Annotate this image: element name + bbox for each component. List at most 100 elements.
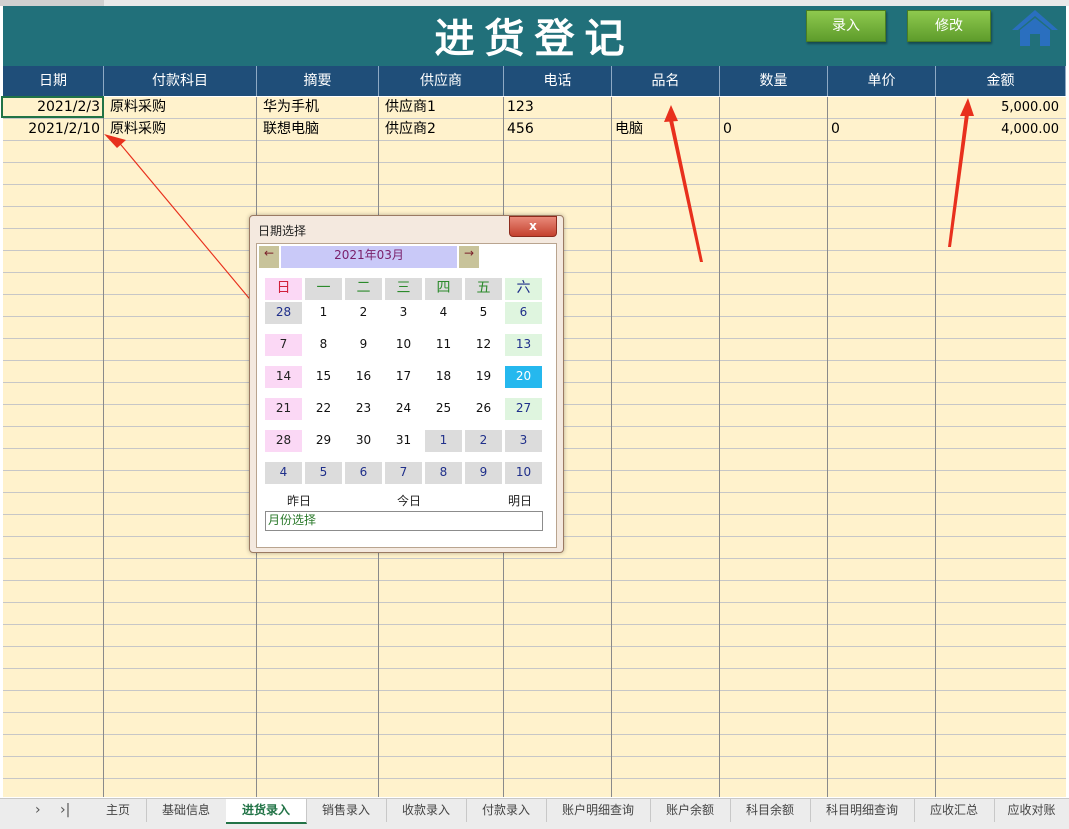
day-cell[interactable]: 5 <box>465 302 502 324</box>
col-header-qty[interactable]: 数量 <box>720 66 828 96</box>
col-header-price[interactable]: 单价 <box>828 66 936 96</box>
tab-subject-detail-query[interactable]: 科目明细查询 <box>810 799 915 822</box>
day-cell[interactable]: 1 <box>305 302 342 324</box>
day-cell[interactable]: 29 <box>305 430 342 452</box>
sheet-tab-bar: › ›| 主页 基础信息 进货录入 销售录入 收款录入 付款录入 账户明细查询 … <box>0 798 1069 829</box>
day-cell[interactable]: 7 <box>385 462 422 484</box>
title-banner: 进货登记 录入 修改 <box>3 6 1066 66</box>
tab-receivable-reconcile[interactable]: 应收对账 <box>994 799 1069 822</box>
day-cell-selected[interactable]: 20 <box>505 366 542 388</box>
col-header-supplier[interactable]: 供应商 <box>379 66 504 96</box>
col-header-product[interactable]: 品名 <box>612 66 720 96</box>
tab-account-detail-query[interactable]: 账户明细查询 <box>546 799 651 822</box>
next-month-button[interactable]: → <box>459 246 479 268</box>
day-cell[interactable]: 19 <box>465 366 502 388</box>
day-cell[interactable]: 26 <box>465 398 502 420</box>
day-cell[interactable]: 25 <box>425 398 462 420</box>
day-cell[interactable]: 18 <box>425 366 462 388</box>
day-cell[interactable]: 14 <box>265 366 302 388</box>
day-cell[interactable]: 8 <box>425 462 462 484</box>
col-header-phone[interactable]: 电话 <box>504 66 612 96</box>
cell-product[interactable]: 电脑 <box>615 119 715 140</box>
col-header-summary[interactable]: 摘要 <box>257 66 379 96</box>
day-cell[interactable]: 4 <box>425 302 462 324</box>
day-cell[interactable]: 8 <box>305 334 342 356</box>
day-cell[interactable]: 17 <box>385 366 422 388</box>
day-cell[interactable]: 3 <box>385 302 422 324</box>
day-cell[interactable]: 31 <box>385 430 422 452</box>
weekday-sun: 日 <box>265 278 302 300</box>
tomorrow-button[interactable]: 明日 <box>508 492 532 509</box>
day-cell[interactable]: 11 <box>425 334 462 356</box>
tab-subject-balance[interactable]: 科目余额 <box>730 799 811 822</box>
day-cell[interactable]: 24 <box>385 398 422 420</box>
day-cell[interactable]: 9 <box>345 334 382 356</box>
tab-account-balance[interactable]: 账户余额 <box>650 799 731 822</box>
cell-phone[interactable]: 456 <box>507 119 607 140</box>
cell-account[interactable]: 原料采购 <box>110 119 250 140</box>
day-cell[interactable]: 7 <box>265 334 302 356</box>
scroll-tabs-end-icon[interactable]: ›| <box>60 799 70 822</box>
cell-supplier[interactable]: 供应商1 <box>385 97 495 118</box>
cell-phone[interactable]: 123 <box>507 97 607 118</box>
home-icon[interactable] <box>1010 8 1060 48</box>
day-cell[interactable]: 23 <box>345 398 382 420</box>
col-header-account[interactable]: 付款科目 <box>104 66 257 96</box>
prev-month-button[interactable]: ← <box>259 246 279 268</box>
tab-purchase-entry[interactable]: 进货录入 <box>226 799 307 824</box>
day-cell[interactable]: 6 <box>345 462 382 484</box>
day-cell[interactable]: 5 <box>305 462 342 484</box>
day-cell[interactable]: 2 <box>345 302 382 324</box>
cell-qty[interactable] <box>723 97 823 118</box>
tab-sales-entry[interactable]: 销售录入 <box>306 799 387 822</box>
tab-receivable-summary[interactable]: 应收汇总 <box>914 799 995 822</box>
cell-product[interactable] <box>615 97 715 118</box>
tab-payment-entry[interactable]: 付款录入 <box>466 799 547 822</box>
day-cell[interactable]: 27 <box>505 398 542 420</box>
day-cell[interactable]: 6 <box>505 302 542 324</box>
tab-home[interactable]: 主页 <box>90 799 147 822</box>
cell-summary[interactable]: 联想电脑 <box>263 119 373 140</box>
yesterday-button[interactable]: 昨日 <box>287 492 311 509</box>
day-cell[interactable]: 9 <box>465 462 502 484</box>
cell-price[interactable] <box>831 97 931 118</box>
day-cell[interactable]: 1 <box>425 430 462 452</box>
weekday-thu: 四 <box>425 278 462 300</box>
month-select-field[interactable]: 月份选择 <box>265 511 543 531</box>
enter-button[interactable]: 录入 <box>806 10 886 42</box>
day-cell[interactable]: 2 <box>465 430 502 452</box>
day-cell[interactable]: 10 <box>505 462 542 484</box>
tab-basic-info[interactable]: 基础信息 <box>146 799 227 822</box>
col-header-date[interactable]: 日期 <box>3 66 104 96</box>
day-cell[interactable]: 30 <box>345 430 382 452</box>
cell-summary[interactable]: 华为手机 <box>263 97 373 118</box>
calendar-panel: ← 2021年03月 → 日 一 二 三 四 五 六 28 1 2 3 4 5 … <box>256 243 557 548</box>
cell-qty[interactable]: 0 <box>723 119 823 140</box>
day-cell[interactable]: 22 <box>305 398 342 420</box>
close-button[interactable]: x <box>509 216 557 237</box>
day-cell[interactable]: 28 <box>265 302 302 324</box>
weekday-sat: 六 <box>505 278 542 300</box>
cell-amount[interactable]: 4,000.00 <box>938 119 1059 140</box>
cell-account[interactable]: 原料采购 <box>110 97 250 118</box>
day-cell[interactable]: 4 <box>265 462 302 484</box>
tab-receipt-entry[interactable]: 收款录入 <box>386 799 467 822</box>
day-cell[interactable]: 12 <box>465 334 502 356</box>
scroll-tabs-right-icon[interactable]: › <box>35 799 41 822</box>
cell-amount[interactable]: 5,000.00 <box>938 97 1059 118</box>
day-cell[interactable]: 13 <box>505 334 542 356</box>
modify-button[interactable]: 修改 <box>907 10 991 42</box>
day-cell[interactable]: 16 <box>345 366 382 388</box>
day-cell[interactable]: 28 <box>265 430 302 452</box>
cell-supplier[interactable]: 供应商2 <box>385 119 495 140</box>
today-button[interactable]: 今日 <box>397 492 421 509</box>
day-cell[interactable]: 21 <box>265 398 302 420</box>
weekday-wed: 三 <box>385 278 422 300</box>
cell-date[interactable]: 2021/2/10 <box>3 119 100 140</box>
day-cell[interactable]: 15 <box>305 366 342 388</box>
col-header-amount[interactable]: 金额 <box>936 66 1066 96</box>
day-cell[interactable]: 10 <box>385 334 422 356</box>
cell-price[interactable]: 0 <box>831 119 931 140</box>
day-cell[interactable]: 3 <box>505 430 542 452</box>
active-cell-border <box>1 96 104 118</box>
